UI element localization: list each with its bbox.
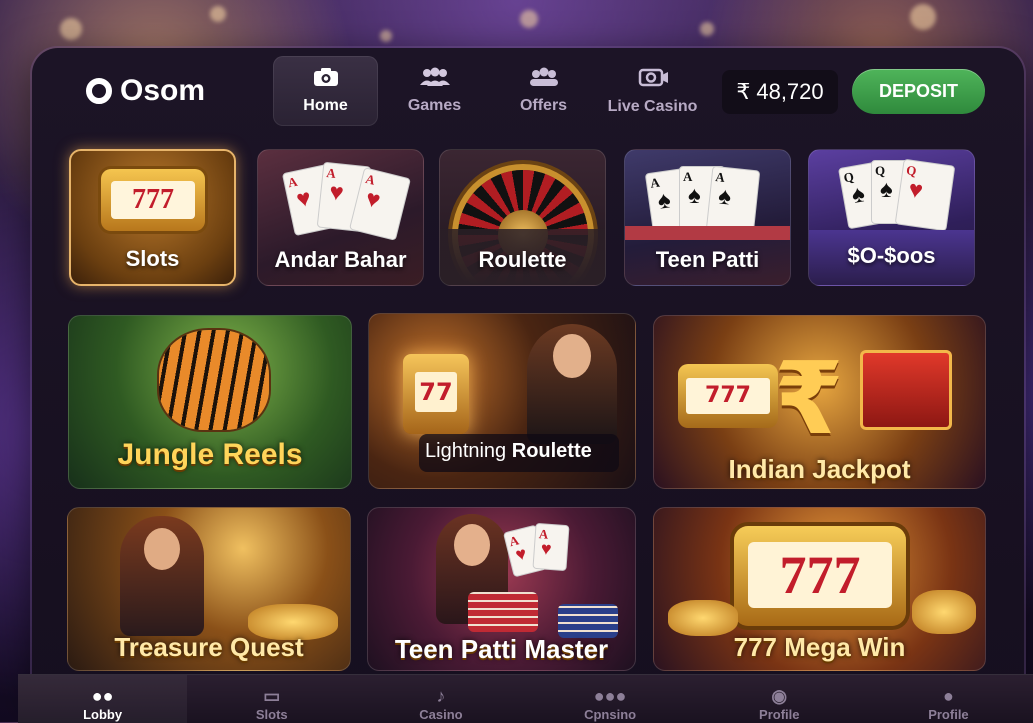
people-icon [418, 67, 452, 91]
game-tile-lightning-roulette[interactable]: 77 Lightning Roulette [368, 313, 636, 489]
bottom-nav-profile-camera[interactable]: ◉ Profile [695, 675, 864, 723]
slots-icon: ▭ [263, 686, 281, 706]
category-label: Andar Bahar [274, 247, 407, 272]
wallet-balance[interactable]: ₹ 48,720 [722, 70, 838, 114]
game-tile-indian-jackpot[interactable]: 777 ₹ Indian Jackpot [653, 315, 986, 489]
category-label: Teen Patti [655, 247, 760, 272]
dealer-figure [527, 324, 617, 444]
category-roulette[interactable]: Roulette [439, 149, 606, 286]
game-title: Treasure Quest [114, 632, 304, 662]
deposit-button[interactable]: DEPOSIT [852, 69, 985, 114]
card-icon: Q ♥ [894, 158, 956, 232]
tab-live-casino[interactable]: Live Casino [600, 56, 705, 126]
group-icon [527, 67, 561, 91]
category-label: $O-$oos [847, 243, 936, 268]
brand-ring-icon [86, 78, 112, 104]
tab-label: Home [303, 97, 348, 114]
tab-offers[interactable]: Offers [491, 56, 596, 126]
game-title: Teen Patti Master [394, 634, 609, 664]
game-title: Indian Jackpot [728, 454, 911, 484]
bottom-nav-label: Slots [255, 707, 288, 722]
casino-icon: ♪ [436, 686, 446, 706]
bottom-nav: ●● Lobby ▭ Slots ♪ Casino ●●● Cpnsino ◉ … [18, 674, 1033, 723]
currency-symbol: ₹ [736, 79, 751, 104]
brand-name: Osom [120, 74, 206, 107]
slot-machine-icon: 777 [734, 526, 906, 626]
bokeh-light [380, 30, 392, 42]
slot-machine-icon: 777 [678, 364, 778, 428]
bokeh-light [520, 10, 538, 28]
game-tile-jungle-reels[interactable]: Jungle Reels [68, 315, 352, 489]
tiger-icon [159, 330, 269, 430]
chip-stack-icon [558, 604, 618, 638]
camera-icon [313, 67, 339, 91]
bottom-nav-profile[interactable]: ● Profile [864, 675, 1033, 723]
category-andar-bahar[interactable]: A ♥ A ♥ A ♥ Andar Bahar [257, 149, 424, 286]
bokeh-light [700, 22, 714, 36]
bottom-nav-casino[interactable]: ♪ Casino [356, 675, 525, 723]
game-tile-teen-patti-master[interactable]: A ♥ A ♥ Teen Patti Master [367, 507, 636, 671]
brand-logo[interactable]: Osom [86, 74, 205, 108]
game-title: 777 Mega Win [733, 632, 906, 662]
bottom-nav-lobby[interactable]: ●● Lobby [18, 675, 188, 723]
group-icon: ●●● [593, 686, 627, 706]
category-teen-patti[interactable]: A ♠ A ♠ A ♠ Teen Patti [624, 149, 791, 286]
tab-label: Offers [519, 97, 568, 114]
chip-stack-icon [468, 592, 538, 632]
game-tile-treasure-quest[interactable]: Treasure Quest [67, 507, 351, 671]
lantern-icon: 77 [403, 354, 469, 434]
live-camera-icon [636, 66, 670, 92]
gift-box-icon [860, 350, 952, 430]
category-sos[interactable]: Q ♠ Q ♠ Q ♥ $O-$oos [808, 149, 975, 286]
bokeh-light [910, 4, 936, 30]
bottom-nav-label: Casino [419, 707, 463, 722]
user-icon: ● [943, 686, 954, 706]
bottom-nav-cpnsino[interactable]: ●●● Cpnsino [526, 675, 695, 723]
category-label: Roulette [478, 247, 567, 272]
tab-games[interactable]: Games [382, 56, 487, 126]
camera-icon: ◉ [771, 686, 788, 706]
bokeh-light [60, 18, 82, 40]
category-slots[interactable]: 777 Slots [69, 149, 236, 286]
lobby-icon: ●● [91, 686, 114, 706]
game-title-part: Lightning [425, 440, 507, 462]
category-label: Slots [125, 246, 180, 271]
bottom-nav-label: Profile [928, 707, 969, 722]
coin-stack-icon [668, 600, 738, 636]
bokeh-light [210, 6, 226, 22]
slot-machine-icon: 777 [101, 169, 205, 231]
bottom-nav-label: Profile [759, 707, 800, 722]
tab-label: Live Casino [607, 98, 698, 115]
game-title-part: Roulette [511, 440, 592, 462]
balance-amount: 48,720 [756, 79, 824, 104]
bottom-nav-slots[interactable]: ▭ Slots [187, 675, 356, 723]
explorer-figure [120, 516, 204, 636]
tab-home[interactable]: Home [273, 56, 378, 126]
tab-label: Games [407, 97, 462, 114]
game-tile-777-mega-win[interactable]: 777 777 Mega Win [653, 507, 986, 671]
bottom-nav-label: Cpnsino [584, 707, 637, 722]
coin-stack-icon [912, 590, 976, 634]
bottom-nav-label: Lobby [83, 707, 123, 722]
card-icon: A ♥ [532, 522, 570, 572]
top-nav: Home Games Offers Live Casino [273, 56, 709, 126]
game-title: Jungle Reels [117, 438, 303, 471]
